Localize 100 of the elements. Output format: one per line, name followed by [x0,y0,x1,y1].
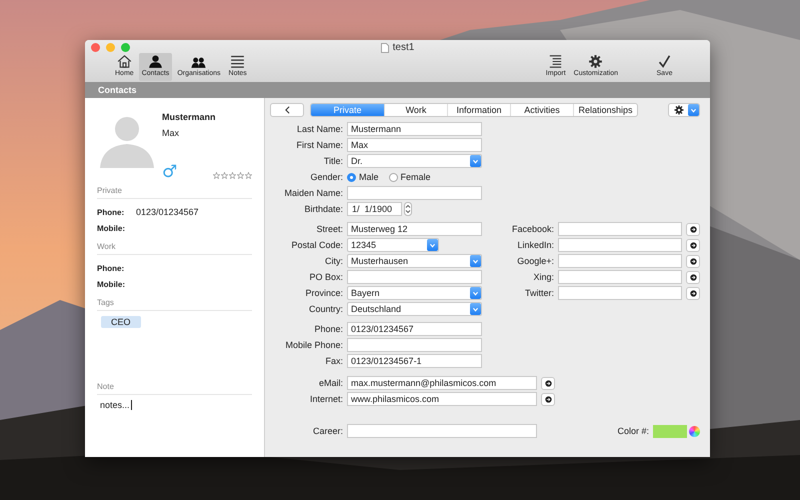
arrow-right-icon [690,290,696,296]
text-field[interactable]: max.mustermann@philasmicos.com [347,376,537,390]
chevron-left-icon [284,106,290,114]
tag[interactable]: CEO [101,316,141,328]
text-field[interactable]: 0123/01234567 [347,322,482,336]
field-label: Phone: [97,264,126,272]
person-icon [147,54,164,69]
field-label: Mobile: [97,280,126,288]
note-field[interactable]: notes... [97,400,252,410]
text-field[interactable] [558,270,682,284]
text-field[interactable] [558,222,682,236]
radio-button[interactable] [347,172,356,182]
go-button[interactable] [686,270,700,284]
arrow-right-icon [690,242,696,248]
settings-icon [673,105,685,115]
text-field[interactable] [558,238,682,252]
tab[interactable]: Activities [510,104,573,116]
radio-option[interactable]: Male [347,172,379,182]
text-field[interactable] [558,254,682,268]
section-heading: Tags [97,298,252,311]
field-label: Postal Code: [290,240,343,250]
field-label: Xing: [532,272,554,282]
field-label: Country: [308,304,343,314]
field-label: Internet: [308,394,343,404]
field-label: First Name: [295,140,343,150]
field-value: 0123/01234567 [136,207,199,217]
section-title: Contacts [98,85,137,95]
radio-button[interactable] [388,172,398,182]
field-label: LinkedIn: [516,240,554,250]
dropdown-field[interactable]: Bayern [347,286,482,300]
tab[interactable]: Relationships [573,104,637,116]
gender-symbol: ♂ [162,165,178,180]
text-field[interactable]: Max [347,138,482,152]
radio-label: Female [400,172,431,182]
date-field[interactable]: 1/ 1/1900 [347,202,402,216]
minimize-button[interactable] [106,43,115,52]
field-label: City: [324,256,343,266]
settings-icon [587,54,604,69]
field-label: Title: [322,156,343,166]
text-field[interactable]: Mustermann [347,122,482,136]
arrow-right-icon [690,226,696,232]
field-label: Mobile Phone: [284,340,343,350]
arrow-right-icon [690,274,696,280]
home-icon [116,54,133,69]
stepper-icon[interactable] [404,202,412,216]
text-field[interactable] [347,186,482,200]
go-button[interactable] [686,222,700,236]
text-field[interactable] [347,424,537,438]
field-label: PO Box: [308,272,343,282]
star-rating[interactable] [213,172,252,180]
text-field[interactable]: 0123/01234567-1 [347,354,482,368]
dropdown-field[interactable]: 12345 [347,238,439,252]
first-name: Max [162,128,180,138]
text-field[interactable] [558,286,682,300]
go-button[interactable] [686,286,700,300]
color-swatch[interactable] [653,424,687,438]
checkmark-icon [656,54,673,69]
text-field[interactable] [347,338,482,352]
section-heading: Private [97,186,252,199]
color-wheel-icon[interactable] [689,426,700,436]
dropdown-field[interactable]: Musterhausen [347,254,482,268]
tab[interactable]: Information [447,104,510,116]
field-label: Phone: [313,324,343,334]
dropdown-field[interactable]: Deutschland [347,302,482,316]
radio-option[interactable]: Female [388,172,431,182]
field-label: Maiden Name: [283,188,343,198]
go-button[interactable] [541,392,555,406]
field-label: Facebook: [510,224,554,234]
field-label: Fax: [324,356,343,366]
field-label: Career: [312,426,343,436]
field-label: eMail: [318,378,343,388]
back-button[interactable] [270,103,304,117]
window-title: test1 [392,42,414,53]
document-icon [380,42,389,52]
tab[interactable]: Work [384,104,447,116]
go-button[interactable] [541,376,555,390]
text-field[interactable] [347,270,482,284]
arrow-right-icon [690,258,696,264]
settings-menu-button[interactable] [668,103,700,117]
field-label: Province: [304,288,343,298]
field-label: Color #: [616,426,649,436]
field-label: Birthdate: [303,204,343,214]
field-label: Twitter: [524,288,554,298]
dropdown-field[interactable]: Dr. [347,154,482,168]
go-button[interactable] [686,238,700,252]
text-field[interactable]: www.philasmicos.com [347,392,537,406]
text-field[interactable]: Musterweg 12 [347,222,482,236]
close-button[interactable] [91,43,100,52]
field-label: Street: [315,224,343,234]
go-button[interactable] [686,254,700,268]
section-heading: Work [97,242,252,255]
field-label: Last Name: [296,124,343,134]
radio-label: Male [359,172,379,182]
lines-icon [229,54,246,69]
arrow-right-icon [544,396,552,402]
section-heading: Note [97,382,252,395]
field-label: Mobile: [97,224,126,232]
last-name: Mustermann [162,112,217,122]
arrow-right-icon [544,380,552,386]
zoom-button[interactable] [121,43,130,52]
